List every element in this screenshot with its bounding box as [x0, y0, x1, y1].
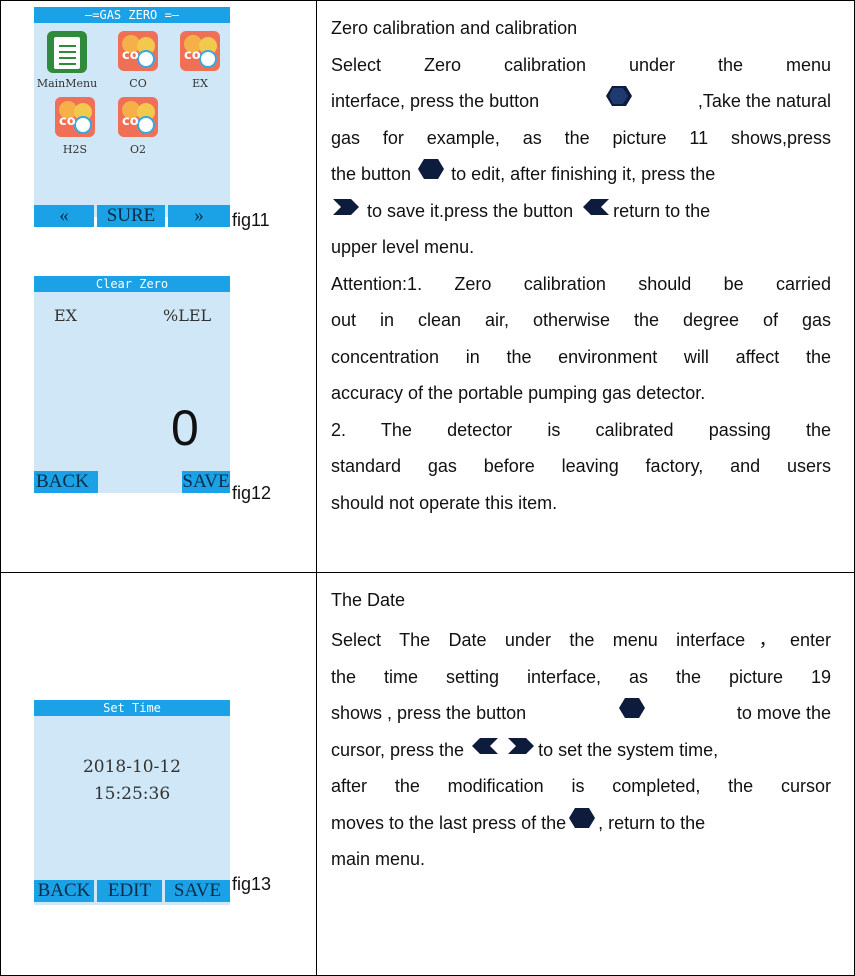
s1-line-12: standard gas before leaving factory, and…: [331, 456, 831, 476]
s2-line-7: main menu.: [331, 849, 426, 869]
main-menu-icon[interactable]: [47, 31, 87, 73]
s1-line-9: concentration in the environment will af…: [331, 346, 831, 367]
s1-line-10: accuracy of the portable pumping gas det…: [331, 383, 706, 403]
clear-zero-title: Clear Zero: [34, 276, 230, 292]
s1-line-6: upper level menu.: [331, 237, 475, 257]
fig11-caption: fig11: [232, 210, 270, 230]
table-border-top: [0, 0, 855, 1]
s1-line-4: the button to edit, after finishing it, …: [331, 156, 831, 193]
s1-line-2: interface, press the button ,Take the na…: [331, 83, 831, 120]
time-value: 15:25:36: [93, 784, 171, 804]
left-button-icon: [581, 193, 611, 230]
s1-line-1: Select Zero calibration under the menu: [331, 54, 831, 75]
ok-button-icon: [605, 83, 633, 120]
time-save-button[interactable]: SAVE: [165, 880, 230, 902]
date-value: 2018-10-12: [82, 757, 181, 777]
time-back-button[interactable]: BACK: [34, 880, 94, 902]
right-button-icon: [506, 732, 536, 769]
ex-gas-icon[interactable]: co: [180, 31, 220, 71]
gas-zero-screen: —=GAS ZERO =— MainMenu co CO co EX co H2…: [34, 7, 230, 227]
fig13-caption: fig13: [232, 874, 272, 894]
next-button[interactable]: »: [168, 205, 230, 227]
prev-button[interactable]: «: [34, 205, 94, 227]
gas-zero-title: —=GAS ZERO =—: [34, 7, 230, 23]
s1-line-7: Attention:1. Zero calibration should be …: [331, 273, 831, 294]
s2-line-3: shows , press the button to move the: [331, 695, 831, 732]
right-button-icon: [331, 193, 361, 230]
co-gas-icon[interactable]: co: [118, 31, 158, 71]
s1-line-3: gas for example, as the picture 11 shows…: [331, 127, 831, 148]
h2s-label: H2S: [62, 143, 88, 156]
table-divider-vertical: [316, 0, 317, 976]
unit-label: %LEL: [163, 306, 212, 325]
section2-text: Select The Date under the menu interface…: [331, 622, 831, 878]
h2s-gas-icon[interactable]: co: [55, 97, 95, 137]
s1-line-11: 2. The detector is calibrated passing th…: [331, 419, 831, 440]
gas-type-label: EX: [54, 306, 78, 325]
section1-heading: Zero calibration and calibration: [331, 18, 578, 38]
sure-button[interactable]: SURE: [97, 205, 165, 227]
ok-button-icon: [618, 695, 646, 732]
set-time-title: Set Time: [34, 700, 230, 716]
s2-line-5: after the modification is completed, the…: [331, 776, 831, 796]
zero-value: 0: [171, 400, 199, 456]
o2-gas-icon[interactable]: co: [118, 97, 158, 137]
set-time-screen: Set Time 2018-10-12 15:25:36 BACK EDIT S…: [34, 700, 230, 905]
ok-button-icon: [568, 805, 596, 842]
left-button-icon: [470, 732, 500, 769]
s1-line-13: should not operate this item.: [331, 492, 558, 513]
s2-line-1: Select The Date under the menu interface…: [331, 630, 831, 650]
s2-line-6: moves to the last press of the , return …: [331, 805, 831, 842]
back-button[interactable]: BACK: [34, 471, 98, 493]
ok-button-icon: [417, 156, 445, 193]
section1-text: Zero calibration and calibration Select …: [331, 10, 831, 521]
ex-label: EX: [192, 77, 208, 90]
s1-line-8: out in clean air, otherwise the degree o…: [331, 310, 831, 330]
main-menu-label: MainMenu: [36, 77, 98, 90]
table-border-left: [0, 0, 1, 976]
co-label: CO: [129, 77, 147, 90]
s2-line-2: the time setting interface, as the pictu…: [331, 666, 831, 687]
time-edit-button[interactable]: EDIT: [97, 880, 162, 902]
fig12-caption: fig12: [232, 483, 272, 503]
s2-line-4: cursor, press the to set the system time…: [331, 732, 831, 769]
o2-label: O2: [129, 143, 147, 156]
clear-zero-screen: Clear Zero EX %LEL 0 BACK SAVE: [34, 276, 230, 493]
section2-heading: The Date: [331, 590, 406, 610]
s1-line-5: to save it.press the button return to th…: [331, 193, 831, 230]
table-row-divider: [0, 572, 855, 573]
save-button[interactable]: SAVE: [182, 471, 230, 493]
